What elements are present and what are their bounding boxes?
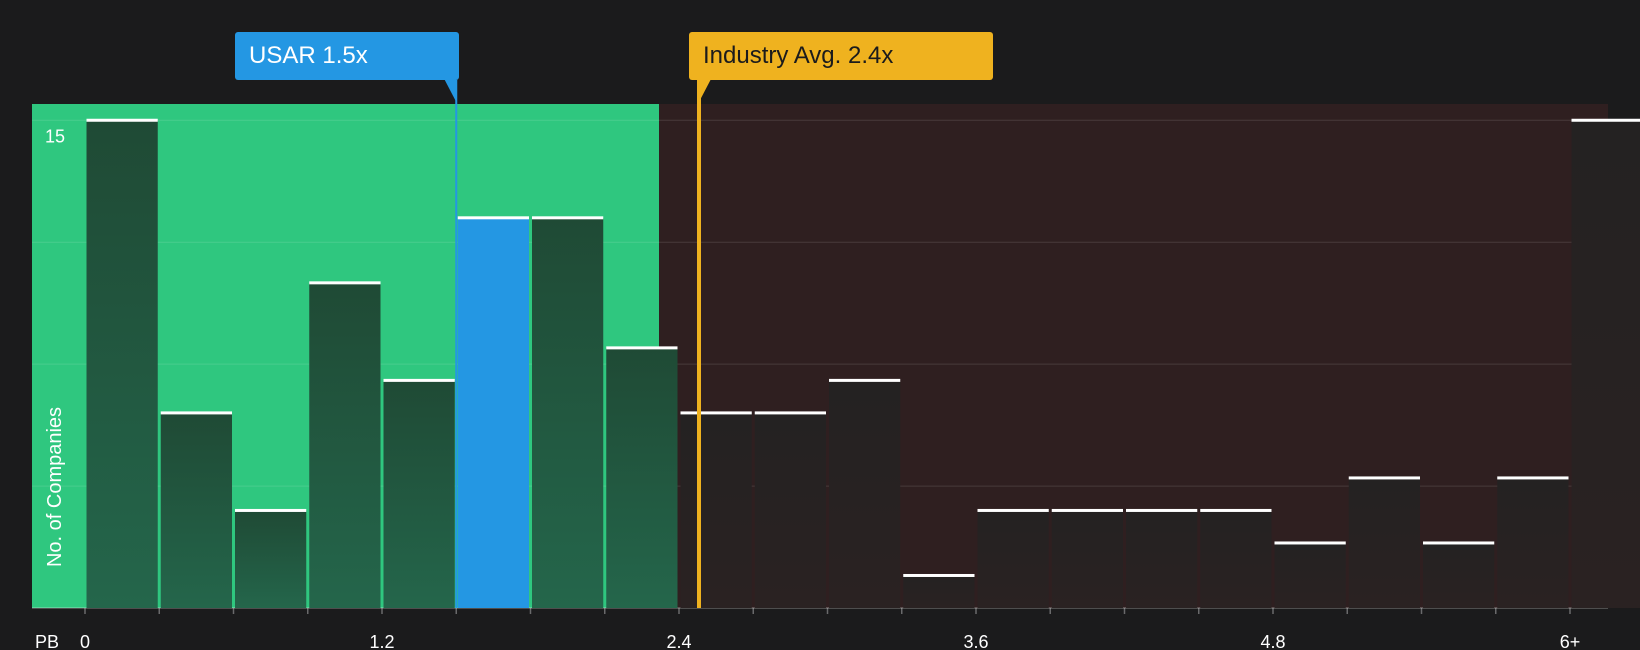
histogram-bar-cap-6 — [532, 216, 604, 220]
x-tick-label-2: 2.4 — [666, 632, 691, 650]
histogram-bar-cap-18 — [1423, 541, 1495, 545]
company-pb-callout: USAR 1.5x — [235, 32, 459, 80]
histogram-bar-cap-13 — [1051, 508, 1123, 512]
histogram-bar-cap-8 — [680, 411, 752, 415]
pb-histogram-chart: No. of Companies PB 0 1.2 2.4 3.6 4.8 6+ 15 — [32, 79, 1640, 650]
histogram-bar-cap-3 — [309, 281, 381, 285]
histogram-bar-cap-11 — [903, 573, 975, 577]
x-tick-label-4: 4.8 — [1260, 632, 1285, 650]
histogram-bar-0 — [86, 120, 158, 609]
histogram-bar-cap-14 — [1126, 508, 1198, 512]
x-tick-label-1: 1.2 — [369, 632, 394, 650]
y-tick-label-0: 15 — [45, 126, 65, 146]
histogram-bar-15 — [1200, 510, 1272, 608]
histogram-bar-7 — [606, 347, 678, 608]
histogram-bar-cap-0 — [86, 118, 158, 122]
x-axis-label: PB — [35, 632, 59, 650]
histogram-bar-8 — [680, 412, 752, 608]
histogram-bar-cap-20 — [1571, 118, 1640, 122]
histogram-bar-cap-12 — [977, 508, 1049, 512]
histogram-bar-cap-9 — [754, 411, 826, 415]
x-tick-label-5: 6+ — [1560, 632, 1581, 650]
histogram-bar-cap-5 — [457, 216, 529, 220]
histogram-bar-cap-2 — [235, 508, 307, 512]
histogram-bar-10 — [829, 380, 901, 608]
histogram-bar-20 — [1571, 120, 1640, 609]
histogram-bar-14 — [1126, 510, 1198, 608]
histogram-bar-cap-7 — [606, 346, 678, 350]
histogram-bar-4 — [383, 380, 455, 608]
industry-callout-pointer — [699, 79, 711, 102]
x-tick-label-0: 0 — [80, 632, 90, 650]
histogram-bar-cap-15 — [1200, 508, 1272, 512]
histogram-bar-1 — [160, 412, 232, 608]
histogram-bar-cap-4 — [383, 378, 455, 382]
histogram-bar-18 — [1423, 542, 1495, 608]
histogram-bar-cap-1 — [160, 411, 232, 415]
y-axis-label: No. of Companies — [44, 407, 66, 567]
histogram-bar-11 — [903, 575, 975, 608]
histogram-bar-16 — [1274, 542, 1346, 608]
histogram-bar-cap-17 — [1348, 476, 1420, 480]
histogram-bar-cap-19 — [1497, 476, 1569, 480]
x-tick-label-3: 3.6 — [963, 632, 988, 650]
histogram-bar-12 — [977, 510, 1049, 608]
company-callout-pointer — [444, 79, 457, 102]
histogram-bar-3 — [309, 282, 381, 608]
industry-avg-pb-callout: Industry Avg. 2.4x — [689, 32, 993, 80]
histogram-bar-6 — [532, 217, 604, 608]
histogram-bar-9 — [754, 412, 826, 608]
histogram-bar-5 — [457, 217, 529, 608]
histogram-bar-13 — [1051, 510, 1123, 608]
histogram-bar-cap-10 — [829, 378, 901, 382]
histogram-bar-2 — [235, 510, 307, 608]
histogram-bar-cap-16 — [1274, 541, 1346, 545]
histogram-bar-17 — [1348, 477, 1420, 608]
histogram-bar-19 — [1497, 477, 1569, 608]
